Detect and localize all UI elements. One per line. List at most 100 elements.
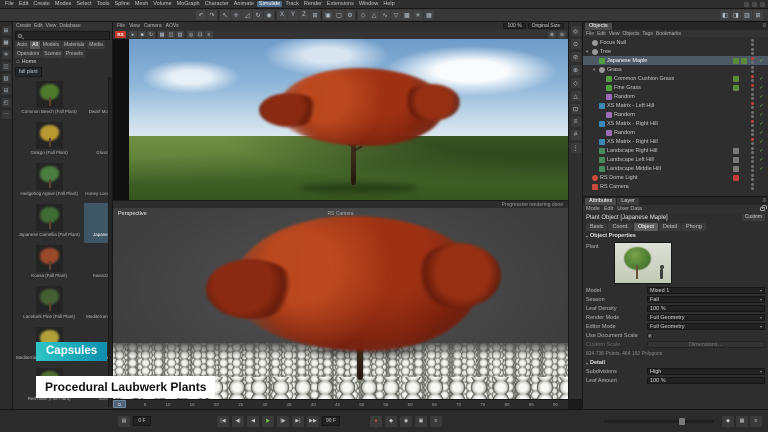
asset-search-input[interactable] bbox=[24, 33, 107, 39]
timeline-layout-icon[interactable]: ▤ bbox=[118, 416, 130, 427]
last-tool-icon[interactable]: ◉ bbox=[264, 10, 274, 20]
grid-icon[interactable]: ▦ bbox=[2, 38, 11, 47]
collapse-icon[interactable]: ⊟ bbox=[2, 86, 11, 95]
Ginkgo (Fall Plant)[interactable]: Ginkgo (Fall Plant) bbox=[15, 121, 83, 161]
object-tree-row[interactable]: Focus Null bbox=[583, 38, 768, 47]
material-tag-icon[interactable] bbox=[733, 139, 739, 145]
menu-item[interactable]: Edit bbox=[17, 1, 30, 7]
editor-visibility-dot[interactable] bbox=[751, 39, 754, 42]
material-tag-icon[interactable] bbox=[741, 139, 747, 145]
editor-visibility-dot[interactable] bbox=[751, 66, 754, 69]
material-tag-icon[interactable] bbox=[741, 157, 747, 163]
playback-menu-icon[interactable]: ≡ bbox=[750, 416, 762, 427]
field-checkbox[interactable] bbox=[647, 333, 653, 339]
asset-filter-tab[interactable]: Models bbox=[41, 41, 61, 49]
enable-checkmark[interactable]: ✓ bbox=[758, 130, 765, 136]
slider-handle[interactable] bbox=[679, 418, 685, 425]
layout-right-icon[interactable]: ◨ bbox=[731, 10, 741, 20]
split-view-icon[interactable]: ◫ bbox=[2, 62, 11, 71]
Japanese Camellia (Fall Plant)[interactable]: Japanese Camellia (Fall Plant) bbox=[15, 203, 83, 243]
object-tree-row[interactable]: Fine Grass ✓ bbox=[583, 83, 768, 92]
material-tag-icon[interactable] bbox=[733, 67, 739, 73]
material-tag-icon[interactable] bbox=[733, 175, 739, 181]
section-header[interactable]: Object Properties bbox=[583, 232, 768, 240]
render-view-icon[interactable] bbox=[156, 31, 157, 38]
editor-visibility-dot[interactable] bbox=[751, 165, 754, 168]
material-tag-icon[interactable] bbox=[741, 148, 747, 154]
goto-start-button[interactable]: |◀ bbox=[217, 416, 229, 427]
keyframe-options-button[interactable]: ▣ bbox=[415, 416, 427, 427]
render-visibility-dot[interactable] bbox=[751, 43, 754, 46]
plant-preview-image[interactable] bbox=[614, 242, 672, 284]
material-tag-icon[interactable] bbox=[741, 58, 747, 64]
lock-icon[interactable] bbox=[760, 207, 765, 211]
render-visibility-dot[interactable] bbox=[751, 70, 754, 73]
menu-item[interactable]: Render bbox=[302, 1, 324, 7]
toolbar-icon[interactable] bbox=[321, 11, 322, 19]
material-tag-icon[interactable] bbox=[741, 130, 747, 136]
expand-icon[interactable]: ▾ bbox=[593, 67, 597, 73]
object-tree-row[interactable]: Common Cushion Grass ✓ bbox=[583, 74, 768, 83]
box-icon[interactable]: ⊡ bbox=[571, 104, 581, 114]
object-tree-row[interactable]: XS Matrix - Right Hill ✓ bbox=[583, 119, 768, 128]
field-value[interactable]: Fall bbox=[647, 296, 765, 303]
view-layout-icon[interactable]: ⊞ bbox=[2, 26, 11, 35]
menu-item[interactable]: Simulate bbox=[257, 1, 282, 7]
enable-checkmark[interactable]: ✓ bbox=[758, 166, 765, 172]
menu-item[interactable]: MoGraph bbox=[175, 1, 202, 7]
object-tree-row[interactable]: Random ✓ bbox=[583, 110, 768, 119]
Glossy Privet (Fall Plant)[interactable]: Glossy Privet (Fall Plant) bbox=[84, 121, 112, 161]
render-visibility-dot[interactable] bbox=[751, 151, 754, 154]
section-tab[interactable]: Basic bbox=[586, 223, 607, 231]
editor-visibility-dot[interactable] bbox=[751, 129, 754, 132]
panel-menu-icon[interactable] bbox=[762, 198, 766, 205]
material-tag-icon[interactable] bbox=[741, 166, 747, 172]
expand-icon[interactable]: ▾ bbox=[586, 49, 590, 55]
menu-item[interactable]: Character bbox=[203, 1, 231, 7]
render-view-icon[interactable] bbox=[185, 31, 186, 38]
perspective-viewport[interactable]: Perspective RS Camera bbox=[113, 208, 568, 399]
object-tree-row[interactable]: Landscape Right Hill ✓ bbox=[583, 146, 768, 155]
y-axis-lock-icon[interactable]: Y bbox=[288, 10, 298, 20]
object-menu-item[interactable]: Bookmarks bbox=[656, 31, 681, 37]
render-visibility-dot[interactable] bbox=[751, 178, 754, 181]
asset-category-tab[interactable]: Scenes bbox=[42, 50, 63, 58]
snap-icon[interactable]: ⊙ bbox=[571, 39, 581, 49]
autokey-button[interactable]: ◉ bbox=[400, 416, 412, 427]
mograph-icon[interactable]: ▽ bbox=[391, 10, 401, 20]
object-tree-row[interactable]: RS Dome Light bbox=[583, 173, 768, 182]
object-tree-row[interactable]: Landscape Left Hill ✓ bbox=[583, 155, 768, 164]
render-picture-viewer-icon[interactable]: ▢ bbox=[334, 10, 344, 20]
material-tag-icon[interactable] bbox=[741, 175, 747, 181]
goto-end-button[interactable]: ▶▶ bbox=[307, 416, 319, 427]
menu-item[interactable]: Help bbox=[381, 1, 396, 7]
material-tag-icon[interactable] bbox=[733, 76, 739, 82]
render-view-menu-item[interactable]: View bbox=[129, 23, 140, 29]
Kousa (Fall Plant)[interactable]: Kousa (Fall Plant) bbox=[15, 244, 83, 284]
section-header[interactable]: Detail bbox=[583, 359, 768, 367]
Lacebark Pine (Fall Plant)[interactable]: Lacebark Pine (Fall Plant) bbox=[15, 285, 83, 325]
section-tab[interactable]: Phong bbox=[682, 223, 706, 231]
hash-icon[interactable]: # bbox=[571, 130, 581, 140]
editor-visibility-dot[interactable] bbox=[751, 156, 754, 159]
material-tag-icon[interactable] bbox=[733, 157, 739, 163]
render-visibility-dot[interactable] bbox=[751, 169, 754, 172]
menu-item[interactable]: Volume bbox=[151, 1, 173, 7]
material-tag-icon[interactable] bbox=[733, 166, 739, 172]
render-settings-icon[interactable]: ⚙ bbox=[345, 10, 355, 20]
more-icon[interactable]: ⋯ bbox=[2, 110, 11, 119]
menu-item[interactable]: Modes bbox=[53, 1, 74, 7]
material-tag-icon[interactable] bbox=[741, 67, 747, 73]
object-tree-row[interactable]: XS Matrix - Left Hill ✓ bbox=[583, 101, 768, 110]
previous-frame-button[interactable]: ◀ bbox=[247, 416, 259, 427]
object-menu-item[interactable]: View bbox=[609, 31, 620, 37]
render-visibility-dot[interactable] bbox=[751, 88, 754, 91]
render-visibility-dot[interactable] bbox=[751, 115, 754, 118]
list-icon[interactable]: ≡ bbox=[571, 117, 581, 127]
start-frame-field[interactable]: 0 F bbox=[133, 416, 151, 426]
zoom-out-icon[interactable]: ⊖ bbox=[558, 31, 566, 38]
material-tag-icon[interactable] bbox=[741, 103, 747, 109]
attribute-menu-item[interactable]: Edit bbox=[604, 206, 613, 212]
axis-icon[interactable]: ✛ bbox=[2, 50, 11, 59]
end-frame-field[interactable]: 90 F bbox=[322, 416, 340, 426]
